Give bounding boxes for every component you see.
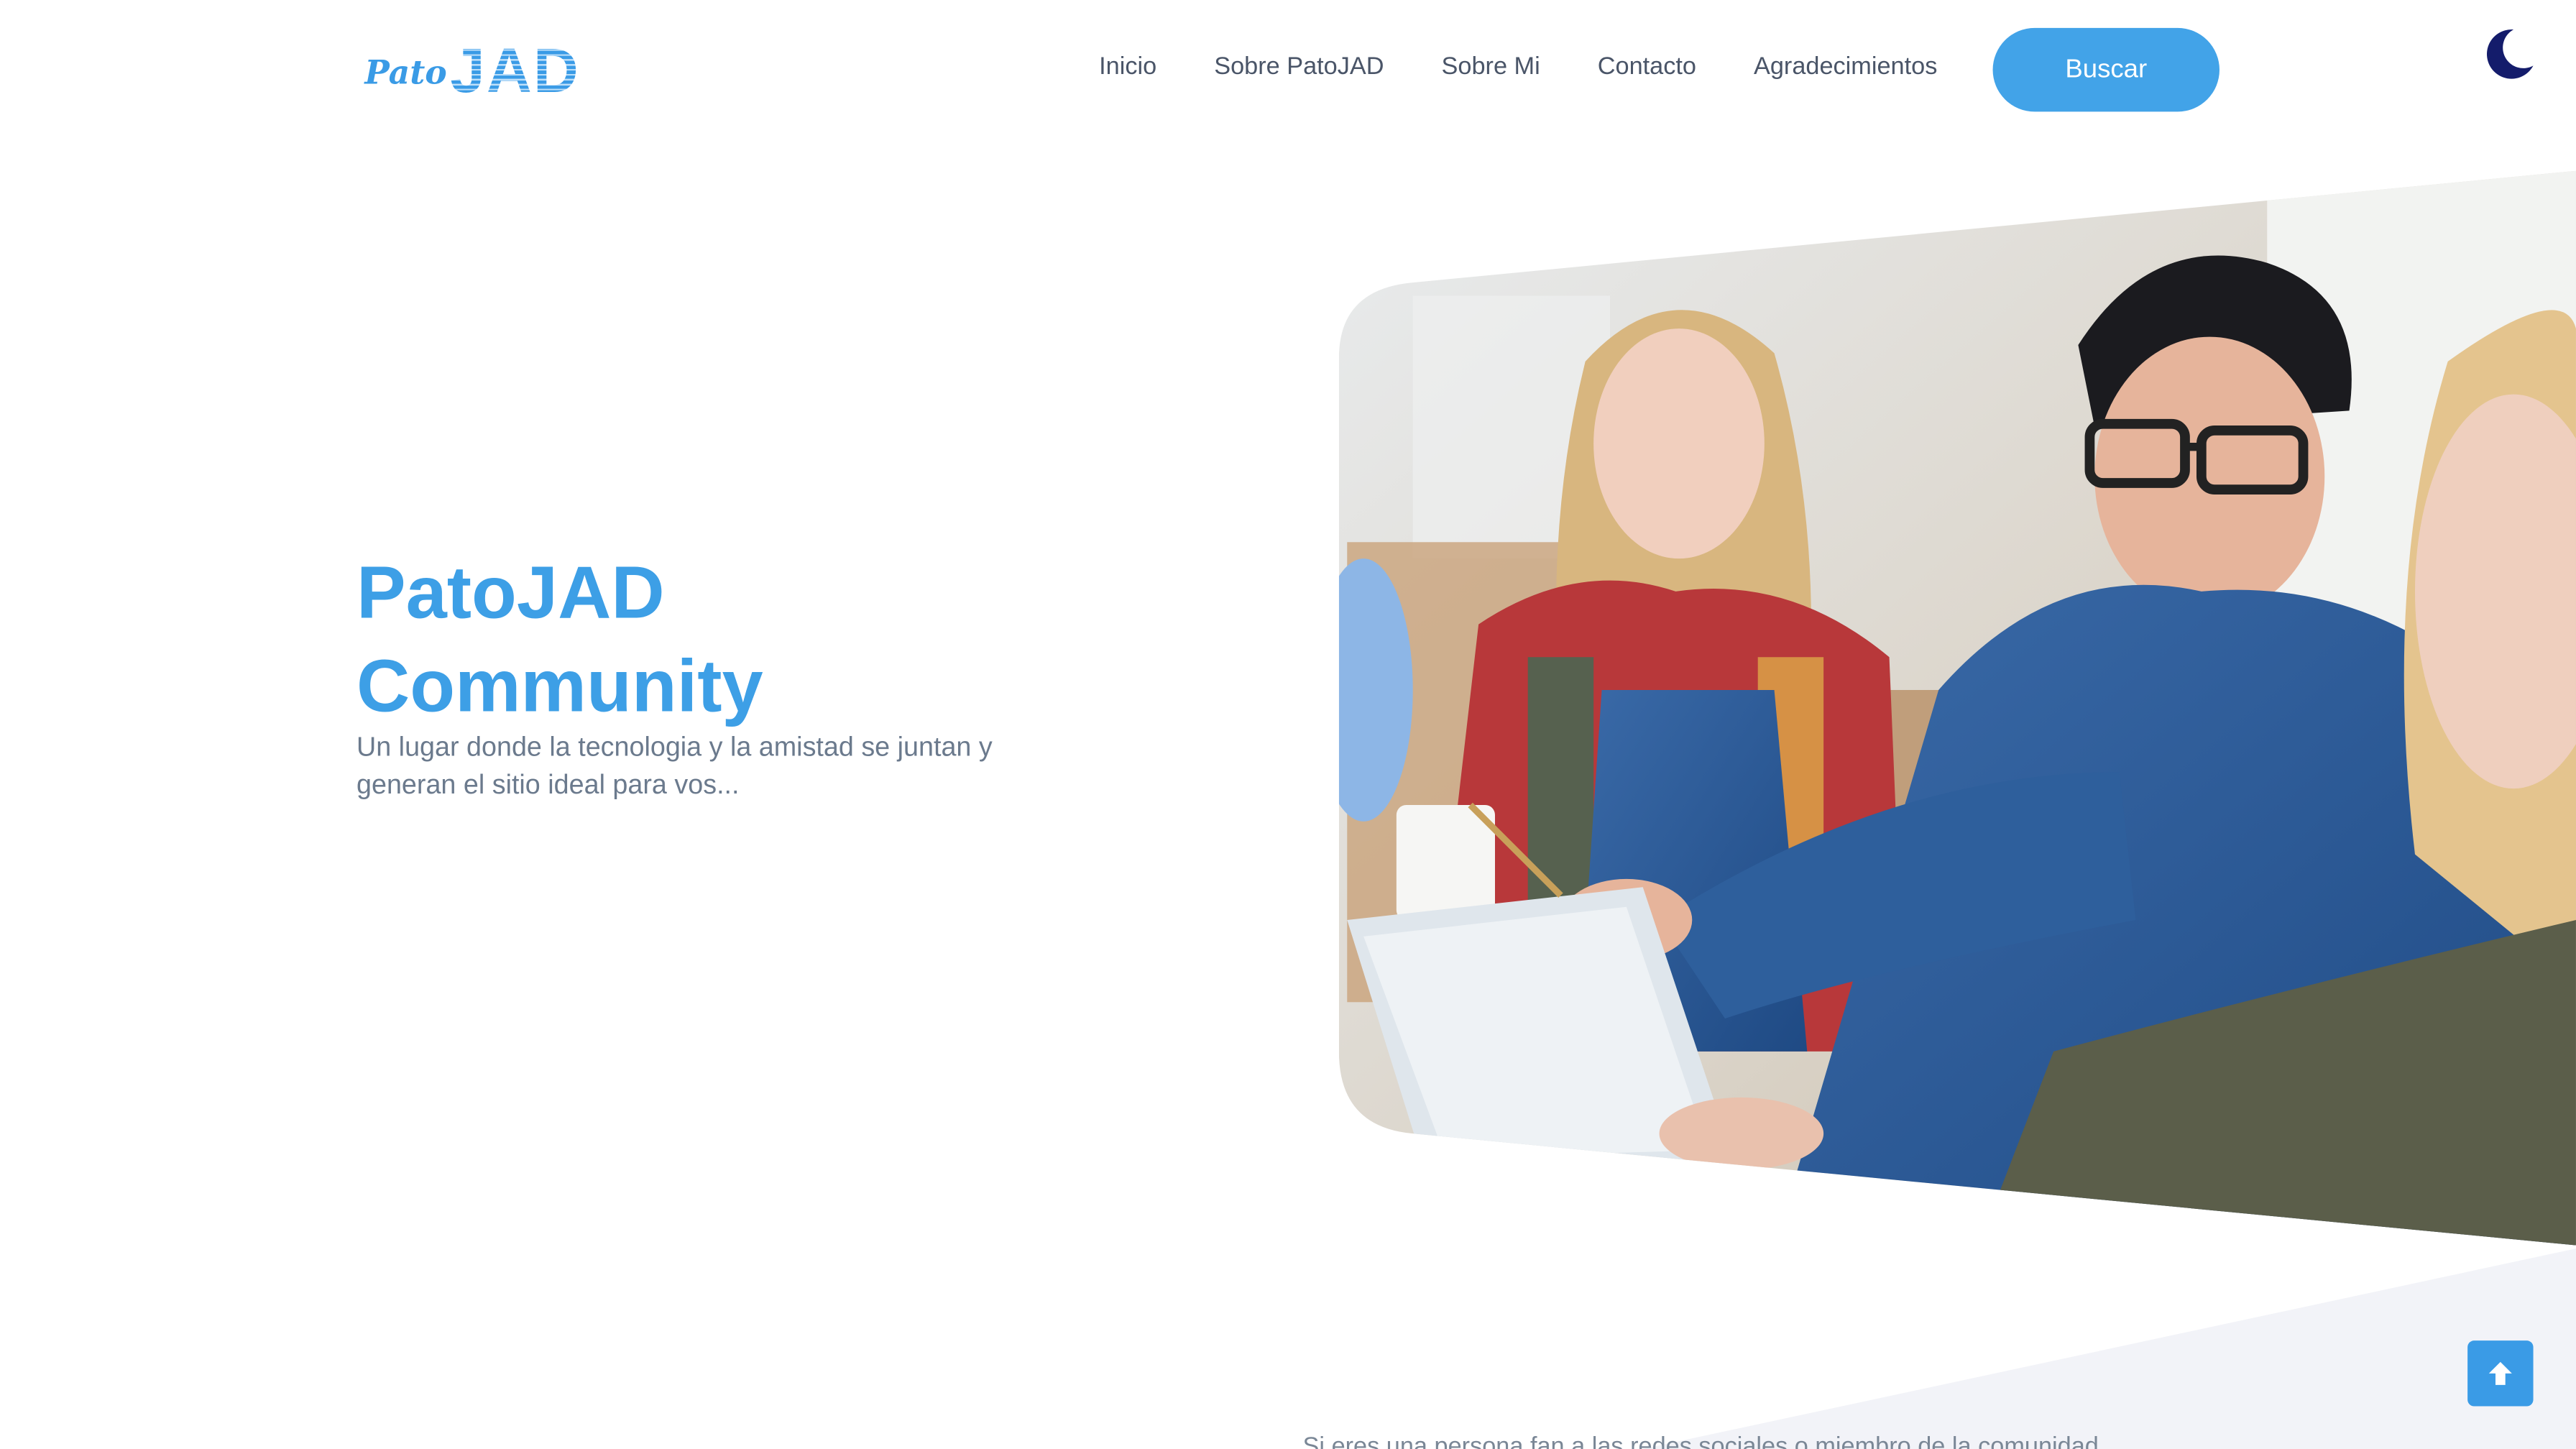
nav-link-sobre-patojad[interactable]: Sobre PatoJAD: [1214, 52, 1384, 80]
hero-title-line-1: PatoJAD: [356, 550, 665, 635]
moon-icon[interactable]: [2478, 23, 2540, 86]
nav-link-sobre-mi[interactable]: Sobre Mi: [1442, 52, 1540, 80]
search-button[interactable]: Buscar: [1992, 27, 2220, 112]
hero-title-line-2: Community: [356, 643, 763, 728]
nav-link-inicio[interactable]: Inicio: [1099, 52, 1156, 80]
scroll-to-top-button[interactable]: [2467, 1340, 2534, 1407]
section-preview-text: Si eres una persona fan a las redes soci…: [1302, 1432, 2120, 1449]
logo-big-text: JAD: [450, 37, 581, 107]
site-logo[interactable]: Pato JAD: [364, 36, 591, 109]
main-nav: Inicio Sobre PatoJAD Sobre Mi Contacto A…: [1099, 52, 1937, 80]
arrow-up-icon: [2488, 1361, 2512, 1385]
hero-title: PatoJAD Community: [356, 546, 763, 733]
hero-subtitle: Un lugar donde la tecnologia y la amista…: [356, 732, 993, 801]
page: Pato JAD Inicio Sobre PatoJAD Sobre Mi C…: [0, 0, 2576, 1449]
nav-link-agradecimientos[interactable]: Agradecimientos: [1754, 52, 1937, 80]
nav-link-contacto[interactable]: Contacto: [1598, 52, 1696, 80]
logo-small-text: Pato: [364, 52, 447, 92]
